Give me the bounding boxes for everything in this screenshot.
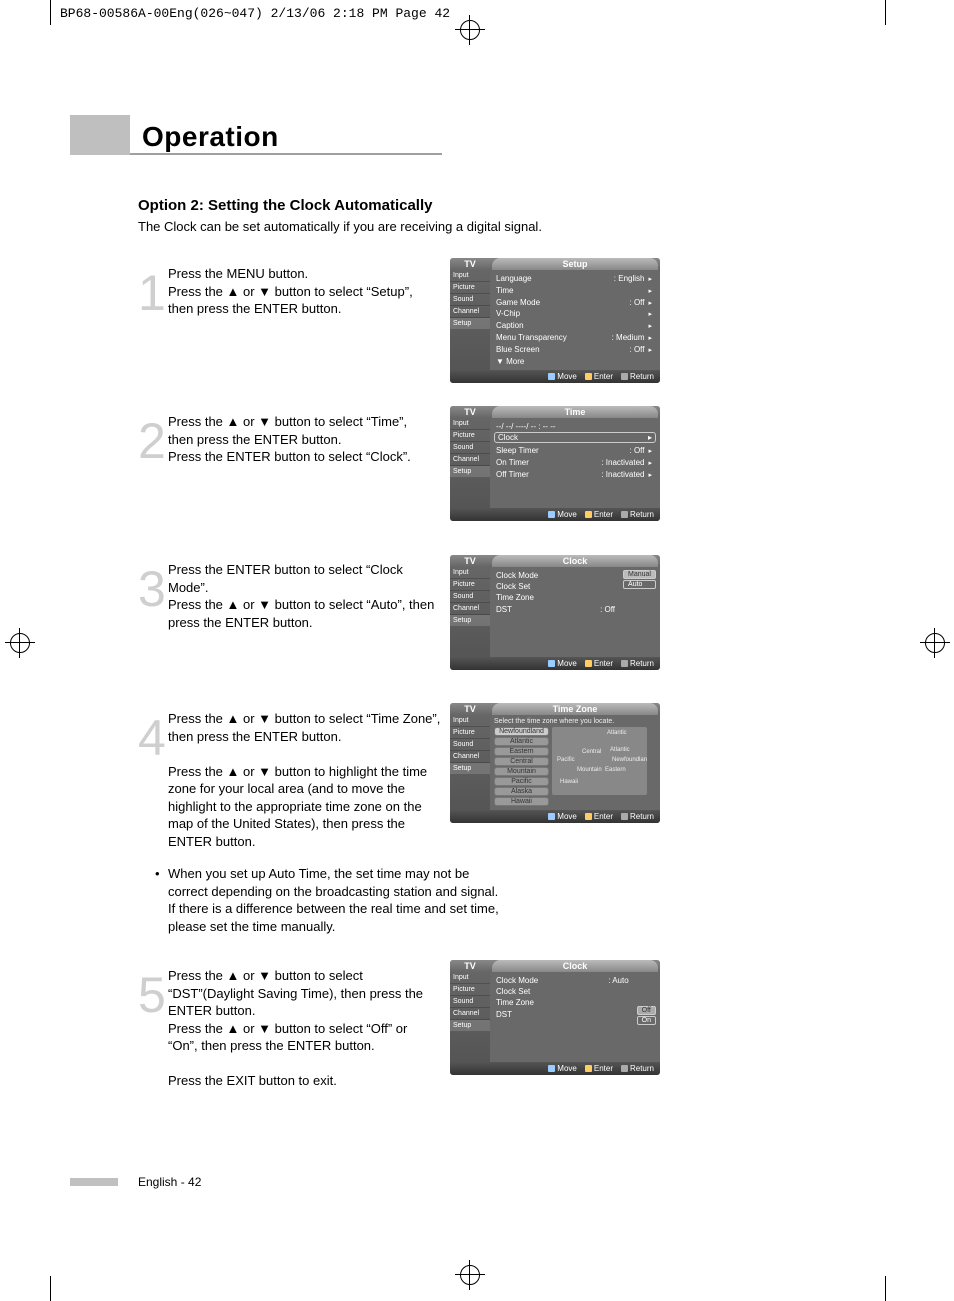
section-subtitle: The Clock can be set automatically if yo… (138, 219, 542, 234)
step-text: Press the ENTER button to select “Clock … (168, 559, 436, 631)
header-accent-block (70, 115, 130, 155)
osd-timezone-menu: TVTime Zone InputPictureSoundChannelSetu… (450, 703, 660, 823)
osd-clock-menu: TVClock InputPictureSoundChannelSetup Cl… (450, 555, 660, 670)
step-text: Press the ▲ or ▼ button to select “Time … (168, 708, 448, 850)
osd-setup-menu: TVSetup Input Picture Sound Channel Setu… (450, 258, 660, 383)
print-slug: BP68-00586A-00Eng(026~047) 2/13/06 2:18 … (60, 6, 450, 21)
footer-accent-bar (70, 1178, 118, 1186)
step-note: When you set up Auto Time, the set time … (168, 865, 508, 935)
section-heading: Option 2: Setting the Clock Automaticall… (138, 197, 432, 214)
page-footer: English - 42 (138, 1175, 201, 1189)
step-number: 2 (138, 421, 168, 466)
step-number: 5 (138, 975, 168, 1090)
step-text: Press the ▲ or ▼ button to select “Time”… (168, 411, 436, 466)
page-title: Operation (130, 121, 442, 155)
osd-time-menu: TVTime InputPictureSoundChannelSetup --/… (450, 406, 660, 521)
step-number: 1 (138, 273, 168, 318)
step-text: Press the ▲ or ▼ button to select “DST”(… (168, 965, 436, 1090)
step-number: 4 (138, 718, 168, 850)
us-map-graphic: Atlantic Pacific Central Atlantic Newfou… (552, 727, 647, 795)
osd-dst-menu: TVClock InputPictureSoundChannelSetup Cl… (450, 960, 660, 1075)
step-text: Press the MENU button.Press the ▲ or ▼ b… (168, 263, 436, 318)
step-number: 3 (138, 569, 168, 631)
